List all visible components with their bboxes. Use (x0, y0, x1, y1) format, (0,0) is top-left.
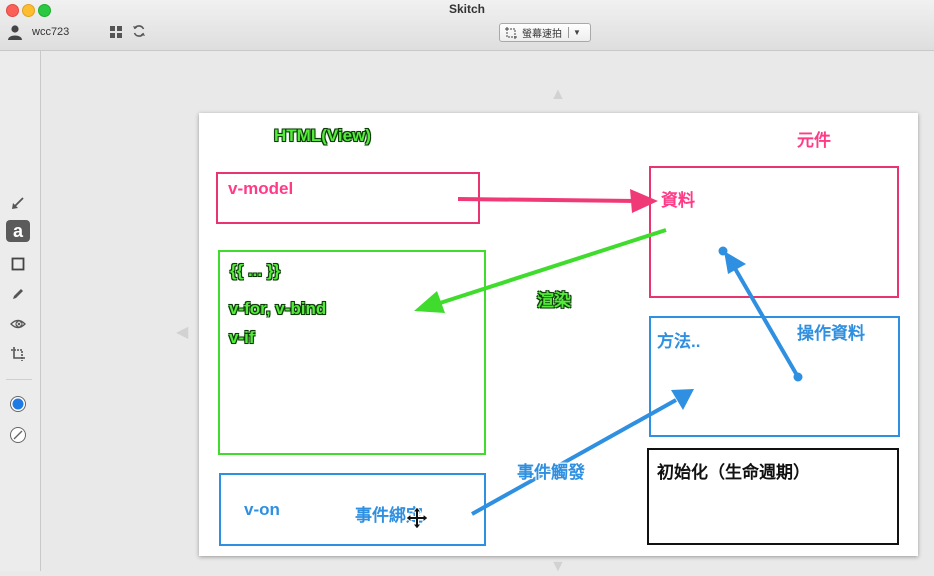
operate-data-label[interactable]: 操作資料 (797, 319, 865, 344)
crop-tool[interactable] (6, 343, 30, 365)
scroll-left-icon[interactable]: ◀ (176, 322, 188, 342)
v-for-bind-label[interactable]: v-for, v-bind (229, 299, 326, 319)
v-if-label[interactable]: v-if (229, 328, 255, 348)
lifecycle-label[interactable]: 初始化（生命週期） (657, 458, 810, 483)
svg-text:a: a (13, 222, 24, 240)
scroll-down-icon[interactable]: ▼ (550, 558, 566, 576)
scroll-up-icon[interactable]: ▲ (550, 86, 566, 104)
stroke-size-control[interactable] (6, 424, 30, 446)
mustache-label[interactable]: {{ ... }} (230, 261, 280, 281)
methods-label[interactable]: 方法.. (657, 327, 700, 352)
text-tool[interactable]: a (6, 220, 30, 242)
crop-icon (11, 347, 25, 361)
marker-tool[interactable] (6, 283, 30, 305)
user-icon[interactable] (7, 24, 23, 40)
screen-capture-label: 螢幕速拍 (522, 29, 562, 40)
v-model-label[interactable]: v-model (228, 179, 293, 199)
rectangle-icon (11, 257, 25, 271)
event-trigger-label[interactable]: 事件觸發 (517, 458, 585, 483)
stroke-size-icon (10, 427, 26, 443)
rectangle-tool[interactable] (6, 253, 30, 275)
arrow-tool[interactable] (6, 192, 30, 214)
data-label[interactable]: 資料 (661, 186, 695, 211)
pixelate-tool[interactable] (6, 313, 30, 335)
color-picker[interactable] (6, 393, 30, 415)
button-separator (568, 27, 569, 38)
component-title-label[interactable]: 元件 (797, 126, 831, 151)
render-label[interactable]: 渲染 (537, 286, 571, 311)
color-circle-icon (10, 396, 26, 412)
screen-capture-button[interactable]: 螢幕速拍 ▼ (499, 23, 591, 42)
move-cursor-icon (405, 506, 429, 530)
capture-crop-icon (505, 26, 517, 39)
text-a-icon: a (13, 222, 24, 240)
sync-icon[interactable] (132, 24, 146, 38)
tool-divider (6, 379, 32, 380)
v-on-label[interactable]: v-on (244, 500, 280, 520)
window-titlebar: Skitch wcc723 螢幕速拍 ▼ (0, 0, 934, 51)
arrow-icon (12, 197, 24, 209)
username-label[interactable]: wcc723 (32, 26, 69, 38)
grid-view-icon[interactable] (110, 26, 122, 38)
tool-panel: a (0, 51, 41, 571)
pen-icon (13, 289, 23, 299)
window-title: Skitch (448, 2, 485, 16)
capture-dropdown-icon[interactable]: ▼ (573, 28, 581, 37)
view-title-label[interactable]: HTML(View) (274, 126, 371, 146)
pixelate-icon (10, 319, 26, 329)
